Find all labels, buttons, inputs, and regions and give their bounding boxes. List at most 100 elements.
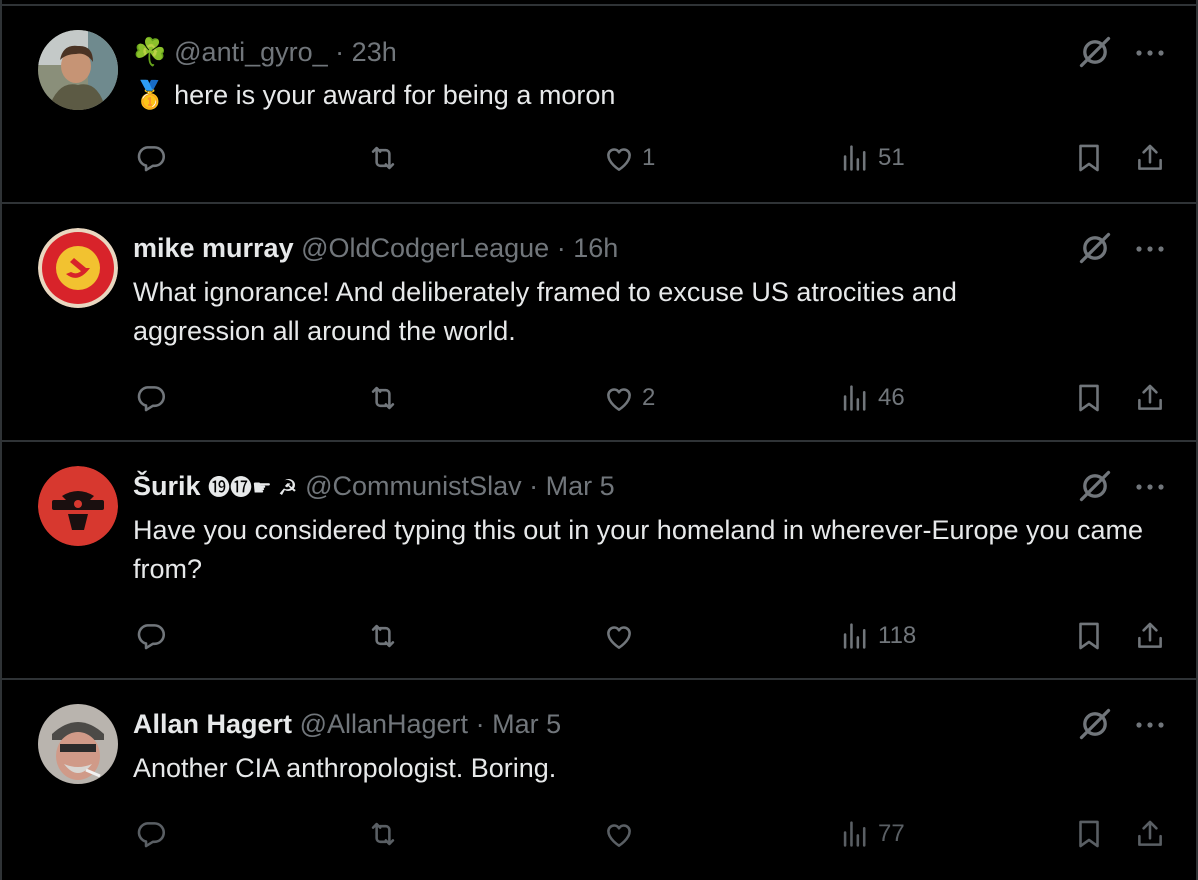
separator: ·	[556, 233, 566, 263]
tweet-text-content: here is your award for being a moron	[174, 80, 616, 110]
share-button[interactable]	[1133, 378, 1167, 418]
share-icon	[1133, 619, 1167, 653]
reply-icon	[134, 619, 168, 653]
view-count: 51	[878, 144, 905, 171]
like-count: 2	[642, 384, 656, 411]
views-icon	[838, 619, 872, 653]
share-button[interactable]	[1133, 814, 1167, 854]
grok-icon[interactable]	[1077, 468, 1113, 504]
action-bar: 1 51	[2, 138, 1196, 178]
views-icon	[838, 141, 872, 175]
reply-button[interactable]	[134, 138, 168, 178]
tweet-1[interactable]: ☘️ @anti_gyro_ · 23h 🥇 here is your awar…	[2, 6, 1196, 204]
tweet-header: Šurik ⓳⓱☛ ☭ @CommunistSlav · Mar 5	[133, 470, 615, 504]
medal-emoji: 🥇	[133, 80, 167, 110]
views-icon	[838, 817, 872, 851]
grok-icon[interactable]	[1077, 706, 1113, 742]
more-icon[interactable]	[1132, 43, 1168, 63]
like-button[interactable]: 1	[602, 138, 655, 178]
share-button[interactable]	[1133, 138, 1167, 178]
views-icon	[838, 381, 872, 415]
repost-button[interactable]	[366, 616, 400, 656]
bookmark-icon	[1072, 141, 1106, 175]
like-button[interactable]	[602, 616, 642, 656]
share-icon	[1133, 141, 1167, 175]
tweet-text: Have you considered typing this out in y…	[133, 515, 1144, 584]
repost-icon	[366, 381, 400, 415]
like-button[interactable]: 2	[602, 378, 655, 418]
view-count: 46	[878, 384, 905, 411]
repost-button[interactable]	[366, 138, 400, 178]
name-emoji: ⓳⓱☛ ☭	[208, 475, 298, 500]
avatar[interactable]	[38, 228, 118, 308]
reply-icon	[134, 817, 168, 851]
like-count: 1	[642, 144, 656, 171]
like-icon	[602, 619, 636, 653]
repost-icon	[366, 619, 400, 653]
bookmark-icon	[1072, 619, 1106, 653]
avatar[interactable]	[38, 30, 118, 110]
views-button[interactable]: 51	[838, 138, 905, 178]
grok-icon[interactable]	[1077, 230, 1113, 266]
repost-button[interactable]	[366, 814, 400, 854]
reply-button[interactable]	[134, 378, 168, 418]
share-icon	[1133, 817, 1167, 851]
shamrock-emoji: ☘️	[133, 37, 167, 67]
tweet-text: What ignorance! And deliberately framed …	[133, 277, 957, 346]
more-icon[interactable]	[1132, 715, 1168, 735]
action-bar: 77	[2, 814, 1196, 854]
user-handle[interactable]: @AllanHagert	[300, 709, 469, 739]
tweet-2[interactable]: mike murray @OldCodgerLeague · 16h What …	[2, 204, 1196, 442]
tweet-3[interactable]: Šurik ⓳⓱☛ ☭ @CommunistSlav · Mar 5 Have …	[2, 442, 1196, 680]
action-bar: 2 46	[2, 378, 1196, 418]
share-button[interactable]	[1133, 616, 1167, 656]
bookmark-button[interactable]	[1072, 378, 1106, 418]
tweet-4[interactable]: Allan Hagert @AllanHagert · Mar 5 Anothe…	[2, 680, 1196, 880]
action-bar: 118	[2, 616, 1196, 656]
repost-icon	[366, 141, 400, 175]
timestamp[interactable]: 23h	[352, 37, 397, 67]
tweet-header: ☘️ @anti_gyro_ · 23h	[133, 36, 397, 68]
timestamp[interactable]: Mar 5	[546, 471, 615, 501]
more-icon[interactable]	[1132, 477, 1168, 497]
separator: ·	[335, 37, 345, 67]
share-icon	[1133, 381, 1167, 415]
grok-icon[interactable]	[1077, 34, 1113, 70]
reply-button[interactable]	[134, 814, 168, 854]
views-button[interactable]: 77	[838, 814, 905, 854]
bookmark-button[interactable]	[1072, 616, 1106, 656]
reply-icon	[134, 381, 168, 415]
like-icon	[602, 381, 636, 415]
user-handle[interactable]: @OldCodgerLeague	[301, 233, 549, 263]
display-name[interactable]: Allan Hagert	[133, 709, 292, 739]
bookmark-button[interactable]	[1072, 814, 1106, 854]
reply-button[interactable]	[134, 616, 168, 656]
tweet-header: mike murray @OldCodgerLeague · 16h	[133, 232, 618, 264]
reply-icon	[134, 141, 168, 175]
like-icon	[602, 141, 636, 175]
like-icon	[602, 817, 636, 851]
timestamp[interactable]: 16h	[573, 233, 618, 263]
avatar[interactable]	[38, 704, 118, 784]
views-button[interactable]: 118	[838, 616, 916, 656]
tweet-text: 🥇 here is your award for being a moron	[133, 76, 1173, 115]
repost-icon	[366, 817, 400, 851]
view-count: 118	[878, 622, 917, 649]
views-button[interactable]: 46	[838, 378, 905, 418]
separator: ·	[475, 709, 485, 739]
repost-button[interactable]	[366, 378, 400, 418]
view-count: 77	[878, 820, 905, 847]
user-handle[interactable]: @CommunistSlav	[305, 471, 521, 501]
bookmark-icon	[1072, 817, 1106, 851]
tweet-text: Another CIA anthropologist. Boring.	[133, 753, 557, 783]
timestamp[interactable]: Mar 5	[492, 709, 561, 739]
more-icon[interactable]	[1132, 239, 1168, 259]
like-button[interactable]	[602, 814, 642, 854]
display-name[interactable]: mike murray	[133, 233, 294, 263]
avatar[interactable]	[38, 466, 118, 546]
user-handle[interactable]: @anti_gyro_	[174, 37, 328, 67]
reply-feed: ☘️ @anti_gyro_ · 23h 🥇 here is your awar…	[0, 0, 1198, 880]
tweet-header: Allan Hagert @AllanHagert · Mar 5	[133, 708, 561, 740]
display-name[interactable]: Šurik	[133, 471, 201, 501]
bookmark-button[interactable]	[1072, 138, 1106, 178]
